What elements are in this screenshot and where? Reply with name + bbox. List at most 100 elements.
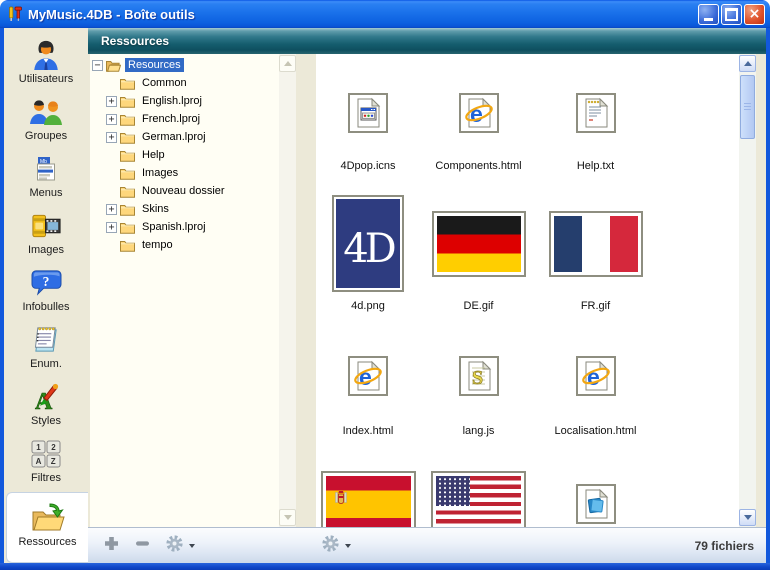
plus-icon <box>103 535 120 557</box>
file-row: eIndex.html Slang.js eLocalisation.html <box>316 313 739 438</box>
sidebar-item-images[interactable]: Images <box>4 207 88 264</box>
sidebar-item-enum[interactable]: Enum. <box>4 321 88 378</box>
folder-tree-panel: −ResourcesCommon + English.lproj + French.lp… <box>90 54 296 527</box>
tree-expander-plus-icon[interactable]: + <box>106 222 117 233</box>
file-thumbnail-help-txt[interactable] <box>576 93 616 133</box>
panel-divider <box>296 54 316 527</box>
tree-item-resources[interactable]: −Resources <box>90 56 296 74</box>
file-thumbnail-components-html[interactable]: e <box>459 93 499 133</box>
tree-expander-spacer <box>106 240 117 251</box>
sidebar-item-label: Enum. <box>30 358 62 370</box>
sidebar-item-ressources[interactable]: Ressources <box>6 492 88 563</box>
file-thumbnail-flag-us[interactable] <box>431 471 526 527</box>
tree-expander-plus-icon[interactable]: + <box>106 132 117 143</box>
minus-icon <box>134 535 151 557</box>
svg-text:A: A <box>36 457 42 466</box>
tree-expander-spacer <box>106 150 117 161</box>
us-flag-canton <box>436 476 470 506</box>
sidebar-item-styles[interactable]: AStyles <box>4 378 88 435</box>
tree-item-nouveau-dossier[interactable]: Nouveau dossier <box>90 182 296 200</box>
file-scroll-down-button[interactable] <box>739 509 756 526</box>
file-item-doc-note[interactable] <box>576 438 616 527</box>
file-thumbnail-de-gif[interactable] <box>432 211 526 277</box>
folder-icon <box>120 239 135 252</box>
maximize-button[interactable] <box>721 4 742 25</box>
chevron-down-icon <box>744 515 752 520</box>
tree-expander-plus-icon[interactable]: + <box>106 96 117 107</box>
tree-item-english-lproj[interactable]: + English.lproj <box>90 92 296 110</box>
svg-text:2: 2 <box>51 443 56 452</box>
svg-text:e: e <box>470 101 483 127</box>
file-scrollbar[interactable] <box>739 54 756 527</box>
close-button[interactable]: × <box>744 4 765 25</box>
folder-icon <box>120 167 135 180</box>
folder-open-icon <box>106 59 121 72</box>
file-scrollbar-thumb[interactable] <box>740 75 755 139</box>
folder-icon <box>120 185 135 198</box>
tree-expander-spacer <box>106 168 117 179</box>
tree-item-label: French.lproj <box>139 112 203 126</box>
tree-scroll-up-button[interactable] <box>279 55 296 72</box>
tree-scroll-down-button[interactable] <box>279 509 296 526</box>
menus-icon: Mb <box>31 150 61 187</box>
file-item-index-html[interactable]: eIndex.html <box>343 313 394 438</box>
tree-item-help[interactable]: Help <box>90 146 296 164</box>
tree-expander-spacer <box>106 78 117 89</box>
sidebar-item-label: Infobulles <box>22 301 69 313</box>
tree-expander-minus-icon[interactable]: − <box>92 60 103 71</box>
tree-item-label: English.lproj <box>139 94 205 108</box>
file-thumbnail-lang-js[interactable]: S <box>459 356 499 396</box>
file-thumbnail-flag-es[interactable] <box>321 471 416 527</box>
tree-item-tempo[interactable]: tempo <box>90 236 296 254</box>
actions-left-button[interactable] <box>165 534 195 558</box>
svg-text:e: e <box>587 364 600 390</box>
sidebar-item-utilisateurs[interactable]: Utilisateurs <box>4 36 88 93</box>
minimize-button[interactable] <box>698 4 719 25</box>
tree-item-images[interactable]: Images <box>90 164 296 182</box>
tree-item-spanish-lproj[interactable]: +Spanish.lproj <box>90 218 296 236</box>
window-bottom-border <box>0 563 770 570</box>
file-item-4dpop-icns[interactable]: 4Dpop.icns <box>340 54 395 173</box>
file-item-help-txt[interactable]: Help.txt <box>576 54 616 173</box>
tree-expander-plus-icon[interactable]: + <box>106 204 117 215</box>
sidebar-item-filtres[interactable]: 12AZFiltres <box>4 435 88 492</box>
sidebar-item-menus[interactable]: MbMenus <box>4 150 88 207</box>
file-thumbnail-4d-png[interactable]: 4D <box>332 195 404 292</box>
tree-item-label: German.lproj <box>139 130 209 144</box>
tree-expander-plus-icon[interactable]: + <box>106 114 117 125</box>
file-item-components-html[interactable]: e Components.html <box>435 54 521 173</box>
file-label: DE.gif <box>464 300 494 313</box>
sidebar-item-groupes[interactable]: Groupes <box>4 93 88 150</box>
actions-right-button[interactable] <box>321 534 351 558</box>
file-item-flag-us[interactable] <box>431 438 526 527</box>
tree-item-common[interactable]: Common <box>90 74 296 92</box>
toolbox-icon <box>7 6 23 22</box>
file-item-4d-png[interactable]: 4D4d.png <box>332 173 404 313</box>
file-label: Components.html <box>435 160 521 173</box>
file-label: Help.txt <box>577 160 614 173</box>
file-thumbnail-doc-note[interactable] <box>576 484 616 524</box>
remove-button[interactable] <box>134 535 151 557</box>
file-item-flag-es[interactable] <box>321 438 416 527</box>
file-thumbnail-localisation-html[interactable]: e <box>576 356 616 396</box>
file-item-fr-gif[interactable]: FR.gif <box>549 173 643 313</box>
file-thumbnail-4dpop-icns[interactable] <box>348 93 388 133</box>
tree-item-german-lproj[interactable]: + German.lproj <box>90 128 296 146</box>
file-thumbnail-fr-gif[interactable] <box>549 211 643 277</box>
file-label: lang.js <box>463 425 495 438</box>
file-item-de-gif[interactable]: DE.gif <box>432 173 526 313</box>
file-item-localisation-html[interactable]: eLocalisation.html <box>555 313 637 438</box>
file-thumb-wrap: S <box>459 355 499 397</box>
chevron-up-icon <box>744 61 752 66</box>
file-thumbnail-index-html[interactable]: e <box>348 356 388 396</box>
tree-scrollbar[interactable] <box>279 54 296 527</box>
sidebar-item-label: Utilisateurs <box>19 73 73 85</box>
file-scroll-up-button[interactable] <box>739 55 756 72</box>
file-item-lang-js[interactable]: Slang.js <box>459 313 499 438</box>
add-button[interactable] <box>103 535 120 557</box>
tree-item-french-lproj[interactable]: + French.lproj <box>90 110 296 128</box>
sidebar-item-infobulles[interactable]: ?Infobulles <box>4 264 88 321</box>
tree-item-skins[interactable]: + Skins <box>90 200 296 218</box>
sidebar-item-label: Groupes <box>25 130 67 142</box>
tree-item-label: Skins <box>139 202 172 216</box>
